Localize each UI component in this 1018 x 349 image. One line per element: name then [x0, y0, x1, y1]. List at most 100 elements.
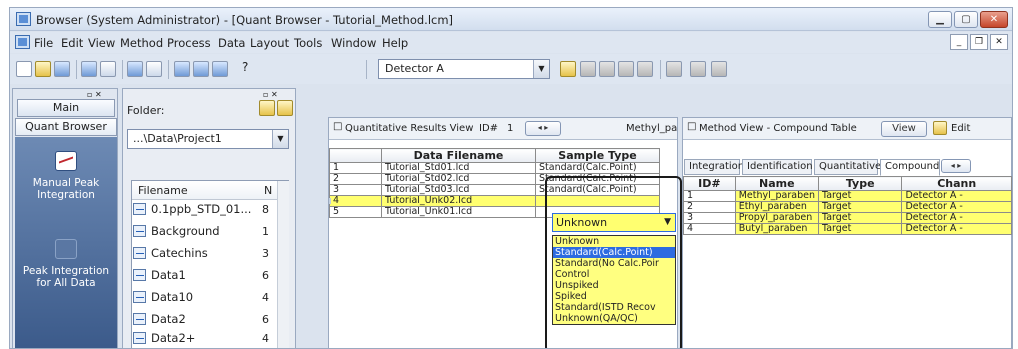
tab-integration[interactable]: Integration — [684, 159, 744, 175]
menu-edit[interactable]: Edit — [61, 36, 83, 50]
menu-help[interactable]: Help — [382, 36, 408, 50]
view-button[interactable]: View — [881, 121, 927, 137]
main-button[interactable]: Main — [17, 99, 115, 117]
sample-type-select[interactable]: Unknown ▼ — [552, 213, 676, 232]
menu-view[interactable]: View — [88, 36, 115, 50]
tab-identification[interactable]: Identification — [742, 159, 813, 175]
chart-view-icon[interactable] — [212, 61, 228, 77]
option-unknown[interactable]: Unknown — [553, 236, 675, 247]
data-file-icon — [133, 203, 146, 215]
name-header[interactable]: Name — [734, 176, 819, 191]
option-unknown-qaqc[interactable]: Unknown(QA/QC) — [553, 313, 675, 324]
print-icon[interactable] — [81, 61, 97, 77]
table-view-icon[interactable] — [193, 61, 209, 77]
print-preview-icon[interactable] — [100, 61, 116, 77]
flask-2-icon[interactable] — [599, 61, 615, 77]
undo-icon[interactable] — [666, 61, 682, 77]
data-file-icon — [133, 247, 146, 259]
chevron-down-icon: ▼ — [272, 130, 288, 148]
table-row[interactable]: 1 Tutorial_Std01.lcd Standard(Calc.Point) — [329, 162, 660, 174]
list-item[interactable]: Catechins — [133, 243, 273, 263]
filename-column-header[interactable]: Filename — [138, 184, 188, 197]
mdi-close-button[interactable]: ✕ — [990, 34, 1008, 50]
data-filename-header[interactable]: Data Filename — [381, 148, 536, 163]
data-file-icon — [133, 225, 146, 237]
window-icon: □ — [687, 121, 697, 132]
folder-open-icon[interactable] — [259, 100, 275, 116]
menu-layout[interactable]: Layout — [250, 36, 289, 50]
detector-select[interactable]: Detector A ▼ — [378, 59, 550, 79]
menu-window[interactable]: Window — [331, 36, 376, 50]
nav-pane-close-icon[interactable]: ▫ ✕ — [87, 90, 102, 99]
table-row[interactable]: 2 Ethyl_paraben Target Detector A - — [683, 201, 1012, 213]
list-item[interactable]: Data10 — [133, 287, 273, 307]
tab-quantitative[interactable]: Quantitative — [814, 159, 881, 175]
close-button[interactable]: ✕ — [980, 11, 1008, 28]
folder-path-select[interactable]: ...\Data\Project1 ▼ — [127, 129, 289, 149]
quant-browser-button[interactable]: Quant Browser — [15, 118, 117, 136]
minimize-button[interactable]: ▁ — [928, 11, 952, 28]
list-item[interactable]: Data2 — [133, 309, 273, 329]
id-header[interactable]: ID# — [683, 176, 736, 191]
option-spiked[interactable]: Spiked — [553, 291, 675, 302]
option-standard-calc[interactable]: Standard(Calc.Point) — [553, 247, 675, 258]
table-row[interactable]: 1 Methyl_paraben Target Detector A - — [683, 190, 1012, 202]
tab-compound[interactable]: Compound — [880, 159, 940, 176]
help-icon[interactable]: ? — [242, 60, 248, 74]
list-item[interactable]: Data1 — [133, 265, 273, 285]
table-header-row: Data Filename Sample Type — [329, 148, 660, 163]
menu-process[interactable]: Process — [167, 36, 211, 50]
report-icon[interactable] — [711, 61, 727, 77]
binoculars-icon[interactable] — [146, 61, 162, 77]
save-icon[interactable] — [54, 61, 70, 77]
tab-scroll-button[interactable]: ◂ ▸ — [941, 159, 971, 173]
option-standard-istd[interactable]: Standard(ISTD Recov — [553, 302, 675, 313]
sample-type-header[interactable]: Sample Type — [535, 148, 660, 163]
menu-tools[interactable]: Tools — [294, 36, 322, 50]
list-item[interactable]: 0.1ppb_STD_01... — [133, 199, 273, 219]
maximize-button[interactable]: ▢ — [954, 11, 978, 28]
mdi-restore-button[interactable]: ❐ — [970, 34, 988, 50]
peak-integration-icon[interactable] — [55, 239, 77, 259]
app-icon — [16, 12, 31, 26]
mdi-minimize-button[interactable]: _ — [950, 34, 968, 50]
folder-pane-close-icon[interactable]: ▫ ✕ — [263, 90, 278, 99]
flask-icon[interactable] — [580, 61, 596, 77]
id-prev-next-button[interactable]: ◂ ▸ — [525, 121, 561, 136]
nav-items-area: Manual Peak Integration Peak Integration… — [15, 137, 117, 348]
folder-label: Folder: — [127, 104, 165, 117]
list-item[interactable]: Background — [133, 221, 273, 241]
channel-header[interactable]: Chann — [901, 176, 1012, 191]
nav-manual-peak-label[interactable]: Manual Peak Integration — [15, 177, 117, 201]
table-row[interactable]: 3 Propyl_paraben Target Detector A - — [683, 212, 1012, 224]
nav-peak-integration-label[interactable]: Peak Integration for All Data — [15, 265, 117, 289]
new-icon[interactable] — [16, 61, 32, 77]
flask-3-icon[interactable] — [618, 61, 634, 77]
layout-icon[interactable] — [127, 61, 143, 77]
folder-up-icon[interactable] — [277, 100, 293, 116]
window-view-icon[interactable] — [174, 61, 190, 77]
edit-button[interactable]: Edit — [951, 123, 970, 134]
option-standard-no-calc[interactable]: Standard(No Calc.Poir — [553, 258, 675, 269]
option-control[interactable]: Control — [553, 269, 675, 280]
menu-data[interactable]: Data — [218, 36, 245, 50]
manual-peak-icon[interactable] — [55, 151, 77, 171]
n-column-header[interactable]: N — [264, 184, 272, 197]
menu-method[interactable]: Method — [120, 36, 163, 50]
id-label: ID# — [479, 123, 499, 134]
flask-4-icon[interactable] — [637, 61, 653, 77]
table-header-row: ID# Name Type Chann — [683, 176, 1012, 191]
peak-table-icon[interactable] — [560, 61, 576, 77]
compound-table: ID# Name Type Chann 1 Methyl_paraben Targe… — [683, 176, 1012, 235]
list-item[interactable]: Data2+ — [133, 328, 273, 348]
grid-icon[interactable] — [690, 61, 706, 77]
edit-icon[interactable] — [933, 121, 947, 135]
toolbar: ? Detector A ▼ — [10, 54, 1012, 84]
table-row[interactable]: 4 Butyl_paraben Target Detector A - — [683, 223, 1012, 235]
option-unspiked[interactable]: Unspiked — [553, 280, 675, 291]
open-icon[interactable] — [35, 61, 51, 77]
type-header[interactable]: Type — [817, 176, 903, 191]
file-list-scrollbar[interactable] — [277, 181, 289, 348]
title-bar: Browser (System Administrator) - [Quant … — [10, 8, 1012, 31]
menu-file[interactable]: File — [34, 36, 53, 50]
